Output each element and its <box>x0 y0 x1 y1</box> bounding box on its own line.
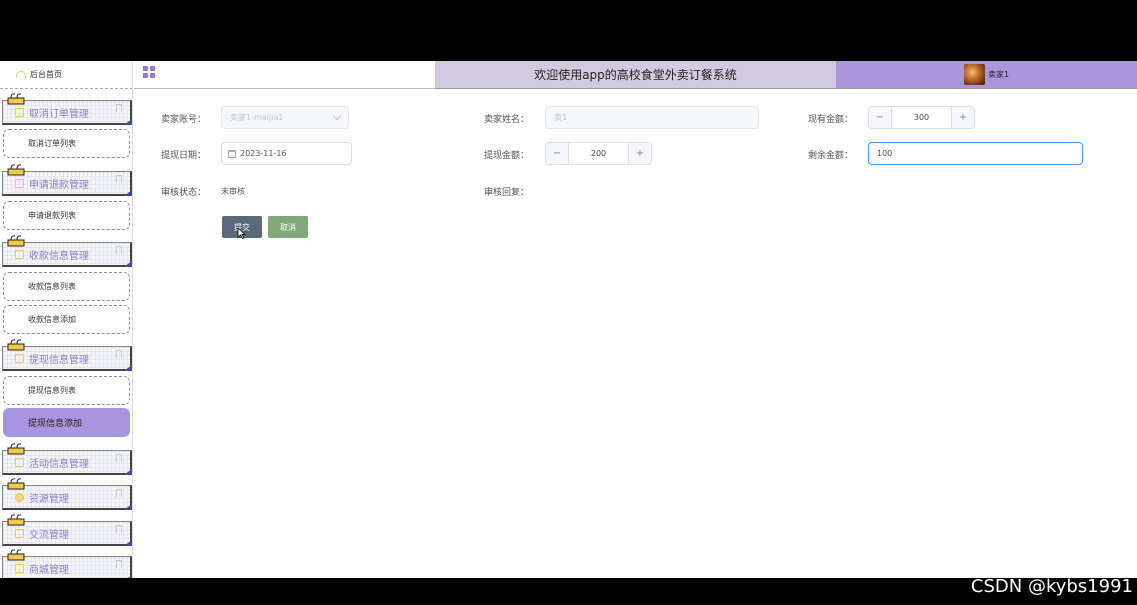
review-reply-label: 审核回复： <box>484 188 530 198</box>
binder-clip-icon <box>7 514 25 526</box>
tag-icon <box>116 350 122 358</box>
tag-icon <box>116 175 122 183</box>
sidebar: 后台首页 取消订单管理 取消订单列表 申请退款管理 申请退款列表 收款信息管理 … <box>0 61 133 578</box>
chevron-down-icon <box>332 111 342 121</box>
user-menu[interactable]: 卖家1 <box>836 61 1137 89</box>
bulb-icon <box>15 492 24 502</box>
folder-icon <box>15 107 24 117</box>
sidebar-item-cancel-order-list[interactable]: 取消订单列表 <box>3 129 130 158</box>
increase-button[interactable]: + <box>628 143 651 164</box>
page-title: 欢迎使用app的高校食堂外卖订餐系统 <box>435 61 836 89</box>
binder-clip-icon <box>7 339 25 351</box>
binder-clip-icon <box>7 93 25 105</box>
withdraw-amount-value[interactable]: 200 <box>569 149 628 158</box>
current-amount-label: 现有金额： <box>808 115 854 125</box>
current-amount-value[interactable]: 300 <box>892 113 951 122</box>
withdraw-date-label: 提现日期： <box>161 151 207 161</box>
withdraw-amount-label: 提现金额： <box>484 151 530 161</box>
folder-icon <box>15 353 24 363</box>
mouse-cursor-icon <box>237 227 246 239</box>
sidebar-menu-payment-info[interactable]: 收款信息管理 <box>2 235 132 267</box>
binder-clip-icon <box>7 443 25 455</box>
cancel-button[interactable]: 取消 <box>268 216 308 238</box>
remaining-amount-label: 剩余金额： <box>808 151 854 161</box>
review-status-value: 未审核 <box>221 187 245 196</box>
folder-icon <box>15 457 24 467</box>
calendar-icon <box>228 149 236 158</box>
home-icon <box>16 71 26 78</box>
withdraw-date-picker[interactable]: 2023-11-16 <box>221 142 352 165</box>
withdraw-amount-stepper[interactable]: − 200 + <box>545 142 652 165</box>
seller-name-label: 卖家姓名： <box>484 115 530 125</box>
sidebar-item-payment-info-list[interactable]: 收款信息列表 <box>3 272 130 301</box>
tag-icon <box>116 246 122 254</box>
header-left <box>134 61 435 89</box>
sidebar-menu-resource[interactable]: 资源管理 <box>2 478 132 510</box>
app-frame: 后台首页 取消订单管理 取消订单列表 申请退款管理 申请退款列表 收款信息管理 … <box>0 61 1137 578</box>
seller-name-input[interactable]: 卖1 <box>545 106 759 129</box>
binder-clip-icon <box>7 164 25 176</box>
binder-clip-icon <box>7 478 25 490</box>
sidebar-menu-cancel-order[interactable]: 取消订单管理 <box>2 93 132 125</box>
binder-clip-icon <box>7 549 25 561</box>
sidebar-menu-refund[interactable]: 申请退款管理 <box>2 164 132 196</box>
user-name: 卖家1 <box>987 70 1010 79</box>
sidebar-menu-exchange[interactable]: 交流管理 <box>2 514 132 546</box>
folder-icon <box>15 178 24 188</box>
sidebar-menu-activity-info[interactable]: 活动信息管理 <box>2 443 132 475</box>
review-status-label: 审核状态： <box>161 188 207 198</box>
cart-icon <box>15 563 24 573</box>
increase-button[interactable]: + <box>951 107 974 128</box>
avatar <box>963 64 985 85</box>
seller-account-label: 卖家账号： <box>161 115 207 125</box>
tag-icon <box>116 454 122 462</box>
sidebar-item-refund-list[interactable]: 申请退款列表 <box>3 201 130 230</box>
sidebar-item-withdraw-info-list[interactable]: 提现信息列表 <box>3 376 130 405</box>
menu-grid-icon[interactable] <box>143 66 155 78</box>
decrease-button[interactable]: − <box>546 143 569 164</box>
tag-icon <box>116 525 122 533</box>
binder-clip-icon <box>7 235 25 247</box>
sidebar-menu-mall[interactable]: 商城管理 <box>2 549 132 578</box>
tag-icon <box>116 104 122 112</box>
current-amount-stepper[interactable]: − 300 + <box>868 106 975 129</box>
sidebar-item-home[interactable]: 后台首页 <box>0 61 132 89</box>
chat-icon <box>15 528 24 538</box>
sidebar-item-withdraw-info-add[interactable]: 提现信息添加 <box>3 408 130 437</box>
seller-account-select[interactable]: 卖家1-maijia1 <box>221 106 349 129</box>
tag-icon <box>116 560 122 568</box>
decrease-button[interactable]: − <box>869 107 892 128</box>
folder-icon <box>15 249 24 259</box>
remaining-amount-input[interactable]: 100 <box>868 142 1083 165</box>
tag-icon <box>116 489 122 497</box>
sidebar-item-payment-info-add[interactable]: 收款信息添加 <box>3 305 130 334</box>
sidebar-menu-withdraw-info[interactable]: 提现信息管理 <box>2 339 132 371</box>
watermark: CSDN @kybs1991 <box>970 576 1133 597</box>
